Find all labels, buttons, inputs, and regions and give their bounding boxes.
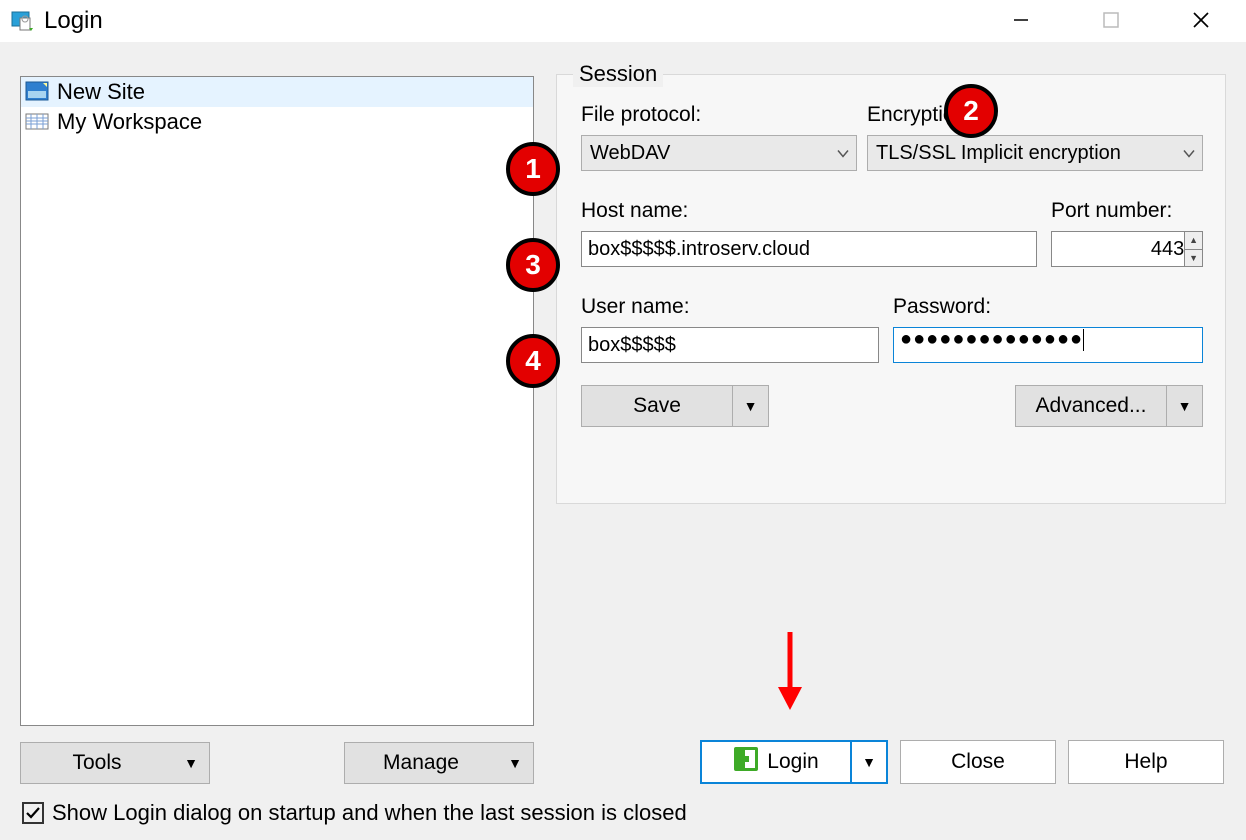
port-input[interactable]: ▲ ▼: [1051, 231, 1203, 267]
chevron-down-icon: [1182, 142, 1196, 165]
save-button[interactable]: Save ▼: [581, 385, 769, 427]
manage-label: Manage: [345, 743, 497, 783]
host-name-input[interactable]: [581, 231, 1037, 267]
caret-down-icon: ▼: [744, 398, 758, 414]
caret-down-icon: ▼: [184, 755, 198, 771]
login-main: Login: [702, 742, 850, 782]
save-dropdown[interactable]: ▼: [732, 386, 768, 426]
host-name-field[interactable]: [588, 232, 1030, 266]
site-item-my-workspace[interactable]: My Workspace: [21, 107, 533, 137]
annotation-marker-4: 4: [506, 334, 560, 388]
password-label: Password:: [893, 295, 991, 319]
show-startup-row[interactable]: Show Login dialog on startup and when th…: [22, 800, 687, 826]
help-label: Help: [1124, 750, 1167, 774]
file-protocol-label: File protocol:: [581, 103, 701, 127]
close-label: Close: [951, 750, 1005, 774]
tools-label: Tools: [21, 743, 173, 783]
tools-button[interactable]: Tools ▼: [20, 742, 210, 784]
login-button[interactable]: Login ▼: [700, 740, 888, 784]
sites-panel[interactable]: New Site My Workspace: [20, 76, 534, 726]
login-label: Login: [767, 750, 818, 774]
window-controls: [976, 0, 1246, 40]
app-icon: [10, 7, 38, 35]
caret-down-icon: ▼: [508, 755, 522, 771]
text-cursor: [1083, 329, 1084, 351]
file-protocol-combo[interactable]: WebDAV: [581, 135, 857, 171]
maximize-button: [1066, 0, 1156, 40]
session-group: Session File protocol: WebDAV Encryption…: [556, 74, 1226, 504]
password-masked: ●●●●●●●●●●●●●●: [900, 328, 1083, 350]
chevron-down-icon: [836, 142, 850, 165]
advanced-button[interactable]: Advanced... ▼: [1015, 385, 1203, 427]
window-title: Login: [44, 7, 103, 35]
annotation-marker-2: 2: [944, 84, 998, 138]
site-item-label: My Workspace: [57, 109, 202, 135]
caret-down-icon: ▼: [1178, 398, 1192, 414]
show-startup-checkbox[interactable]: [22, 802, 44, 824]
host-name-label: Host name:: [581, 199, 688, 223]
manage-button[interactable]: Manage ▼: [344, 742, 534, 784]
help-button[interactable]: Help: [1068, 740, 1224, 784]
folder-icon: [25, 111, 51, 133]
close-window-button[interactable]: [1156, 0, 1246, 40]
manage-dropdown[interactable]: ▼: [497, 743, 533, 783]
client-area: New Site My Workspace Session File proto…: [0, 42, 1246, 840]
site-item-label: New Site: [57, 79, 145, 105]
annotation-marker-1: 1: [506, 142, 560, 196]
password-input[interactable]: ●●●●●●●●●●●●●●: [893, 327, 1203, 363]
file-protocol-value: WebDAV: [590, 142, 670, 165]
encryption-value: TLS/SSL Implicit encryption: [876, 142, 1121, 165]
port-spinner[interactable]: ▲ ▼: [1184, 232, 1202, 266]
minimize-button[interactable]: [976, 0, 1066, 40]
advanced-button-label: Advanced...: [1016, 386, 1166, 426]
site-icon: [25, 81, 51, 103]
close-button[interactable]: Close: [900, 740, 1056, 784]
user-name-field[interactable]: [588, 328, 872, 362]
user-name-label: User name:: [581, 295, 690, 319]
annotation-marker-3: 3: [506, 238, 560, 292]
spin-down-icon[interactable]: ▼: [1185, 250, 1202, 267]
encryption-combo[interactable]: TLS/SSL Implicit encryption: [867, 135, 1203, 171]
site-item-new-site[interactable]: New Site: [21, 77, 533, 107]
login-dropdown[interactable]: ▼: [850, 742, 886, 782]
port-label: Port number:: [1051, 199, 1172, 223]
save-button-label: Save: [582, 386, 732, 426]
annotation-arrow: [770, 632, 810, 718]
login-icon: [733, 746, 759, 778]
tools-dropdown[interactable]: ▼: [173, 743, 209, 783]
user-name-input[interactable]: [581, 327, 879, 363]
caret-down-icon: ▼: [862, 754, 876, 770]
show-startup-label: Show Login dialog on startup and when th…: [52, 800, 687, 826]
session-group-label: Session: [573, 61, 663, 87]
port-field[interactable]: [1052, 232, 1184, 266]
advanced-dropdown[interactable]: ▼: [1166, 386, 1202, 426]
spin-up-icon[interactable]: ▲: [1185, 232, 1202, 250]
